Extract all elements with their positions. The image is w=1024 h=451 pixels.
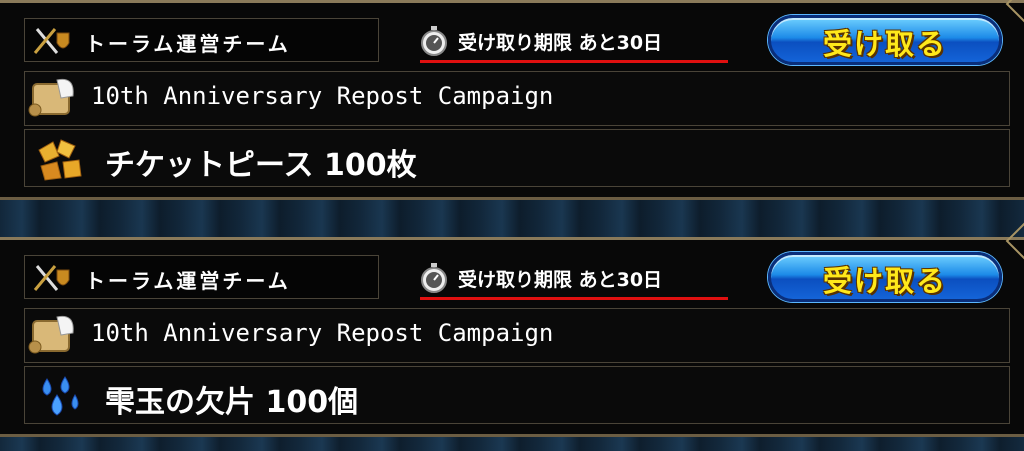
reward-item: 雫玉の欠片 100個 xyxy=(105,385,359,420)
message-card: トーラム運営チーム 受け取り期限 あと30日 受け取る 10th Anniver… xyxy=(0,222,1024,437)
receive-button[interactable]: 受け取る xyxy=(768,252,1002,302)
sender-name: トーラム運営チーム xyxy=(85,269,291,293)
receive-button-label: 受け取る xyxy=(822,27,947,61)
sender-box: トーラム運営チーム xyxy=(24,18,379,62)
message-title: 10th Anniversary Repost Campaign xyxy=(91,82,554,110)
deadline: 受け取り期限 あと30日 xyxy=(420,255,728,300)
sender-box: トーラム運営チーム xyxy=(24,255,379,299)
crossed-swords-shield-icon xyxy=(33,28,70,54)
receive-button[interactable]: 受け取る xyxy=(768,15,1002,65)
receive-button-label: 受け取る xyxy=(822,264,947,298)
stopwatch-icon xyxy=(421,263,447,293)
message-title-row: 10th Anniversary Repost Campaign xyxy=(24,308,1010,363)
deadline-text: 受け取り期限 あと30日 xyxy=(458,32,663,54)
water-drops-icon xyxy=(42,376,79,416)
stopwatch-icon xyxy=(421,26,447,56)
ticket-pieces-icon xyxy=(38,139,82,181)
deadline: 受け取り期限 あと30日 xyxy=(420,18,728,63)
scroll-quill-icon xyxy=(28,315,74,354)
deadline-text: 受け取り期限 あと30日 xyxy=(458,269,663,291)
crossed-swords-shield-icon xyxy=(33,265,70,291)
reward-item-row: チケットピース 100枚 xyxy=(24,129,1010,187)
message-title: 10th Anniversary Repost Campaign xyxy=(91,319,554,347)
frame-ornament xyxy=(1005,0,1024,23)
sender-name: トーラム運営チーム xyxy=(85,32,291,56)
reward-item: チケットピース 100枚 xyxy=(105,148,417,183)
message-card: トーラム運営チーム 受け取り期限 あと30日 受け取る 10th Anniver… xyxy=(0,0,1024,200)
reward-item-row: 雫玉の欠片 100個 xyxy=(24,366,1010,424)
scroll-quill-icon xyxy=(28,78,74,117)
message-title-row: 10th Anniversary Repost Campaign xyxy=(24,71,1010,126)
